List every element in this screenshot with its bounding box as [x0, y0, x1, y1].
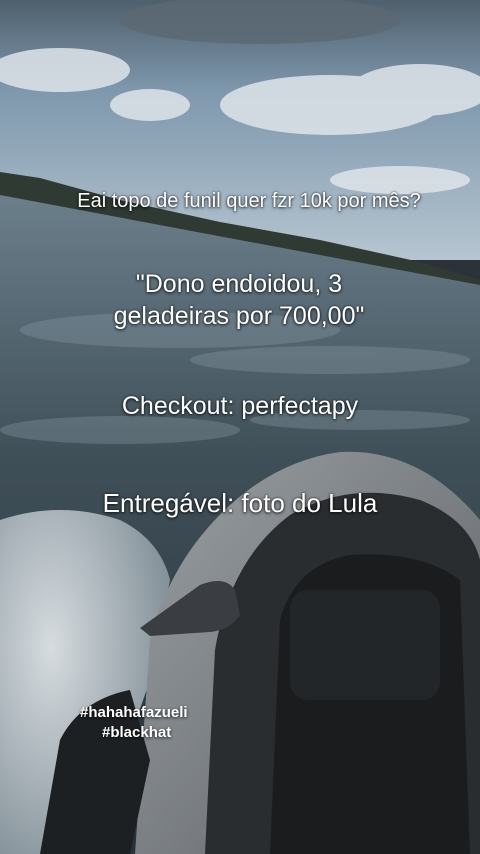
background-scene: [0, 0, 480, 854]
caption-quote-line-2: geladeiras por 700,00": [113, 302, 365, 330]
caption-intro: Eai topo de funil quer fzr 10k por mês?: [77, 190, 421, 212]
caption-quote: "Dono endoidou, 3 geladeiras por 700,00": [0, 268, 478, 332]
caption-quote-line-1: "Dono endoidou, 3: [135, 270, 343, 298]
hashtag[interactable]: #blackhat: [80, 723, 188, 743]
caption-entregavel: Entregável: foto do Lula: [102, 488, 378, 518]
hashtags: #hahahafazueli #blackhat: [80, 703, 188, 743]
caption-checkout: Checkout: perfectapy: [121, 392, 359, 420]
video-frame[interactable]: Eai topo de funil quer fzr 10k por mês? …: [0, 0, 480, 854]
hashtag[interactable]: #hahahafazueli: [80, 703, 188, 723]
jetski-panel: [290, 590, 440, 700]
